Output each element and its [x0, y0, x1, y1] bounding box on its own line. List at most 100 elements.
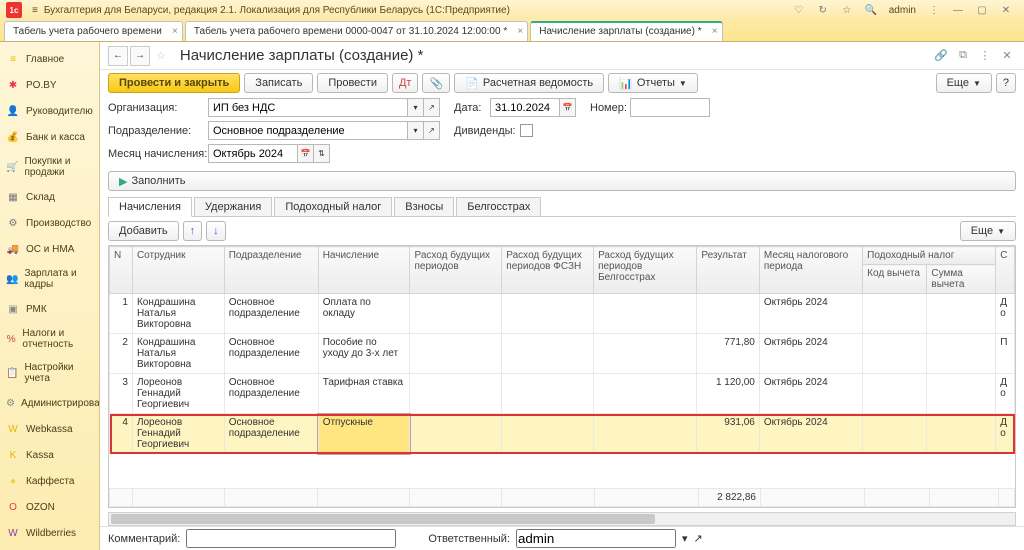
sidebar-item[interactable]: ▦Склад [0, 184, 99, 210]
tab-close-icon[interactable]: × [517, 26, 523, 37]
dividends-checkbox[interactable] [520, 124, 533, 137]
month-input[interactable] [208, 144, 298, 163]
cell[interactable] [502, 334, 594, 374]
table-row[interactable]: 2Кондрашина Наталья ВикторовнаОсновное п… [110, 334, 1015, 374]
horizontal-scrollbar[interactable] [108, 512, 1016, 526]
col-exp3[interactable]: Расход будущих периодов Белгосстрах [594, 247, 697, 294]
payslip-button[interactable]: 📄Расчетная ведомость [454, 73, 604, 93]
cell[interactable] [863, 334, 927, 374]
sidebar-item[interactable]: OOZON [0, 494, 99, 520]
inner-tab[interactable]: Взносы [394, 197, 454, 216]
col-dedsum[interactable]: Сумма вычета [927, 265, 996, 294]
search-icon[interactable]: 🔍 [863, 2, 879, 18]
post-and-close-button[interactable]: Провести и закрыть [108, 73, 240, 93]
cell[interactable]: 931,06 [697, 414, 760, 454]
nav-back-button[interactable]: ← [108, 46, 128, 66]
inner-tab[interactable]: Удержания [194, 197, 272, 216]
close-icon[interactable]: ✕ [998, 2, 1014, 18]
col-exp2[interactable]: Расход будущих периодов ФСЗН [502, 247, 594, 294]
sidebar-item[interactable]: 📋Настройки учета [0, 356, 99, 390]
close-page-icon[interactable]: ✕ [998, 48, 1016, 64]
cell[interactable] [594, 334, 697, 374]
col-pit[interactable]: Подоходный налог [863, 247, 996, 265]
cell[interactable] [502, 294, 594, 334]
cell[interactable]: Основное подразделение [224, 334, 318, 374]
document-tab[interactable]: Табель учета рабочего времени× [4, 21, 183, 41]
col-dedcode[interactable]: Код вычета [863, 265, 927, 294]
month-spinner-icon[interactable]: ⇅ [314, 144, 330, 163]
cell[interactable] [594, 414, 697, 454]
date-picker-icon[interactable]: 📅 [560, 98, 576, 117]
cell[interactable]: Лореонов Геннадий Георгиевич [132, 414, 224, 454]
cell[interactable] [502, 374, 594, 414]
move-down-button[interactable]: ↓ [206, 221, 226, 241]
inner-tab[interactable]: Подоходный налог [274, 197, 392, 216]
cell[interactable] [697, 294, 760, 334]
col-employee[interactable]: Сотрудник [132, 247, 224, 294]
cell[interactable]: 4 [110, 414, 133, 454]
cell[interactable]: Октябрь 2024 [759, 374, 862, 414]
cell[interactable] [927, 414, 996, 454]
cell[interactable]: 2 [110, 334, 133, 374]
dept-input[interactable] [208, 121, 408, 140]
sidebar-item[interactable]: 🚚ОС и НМА [0, 236, 99, 262]
detach-icon[interactable]: ⧉ [954, 48, 972, 64]
cell[interactable] [863, 294, 927, 334]
sidebar-item[interactable]: ⚙Производство [0, 210, 99, 236]
number-input[interactable] [630, 98, 710, 117]
settings-icon[interactable]: ⋮ [926, 2, 942, 18]
cell[interactable]: 3 [110, 374, 133, 414]
sidebar-item[interactable]: 👥Зарплата и кадры [0, 262, 99, 296]
cell[interactable]: Отпускные [318, 414, 410, 454]
cell[interactable] [863, 374, 927, 414]
attach-button[interactable]: 📎 [422, 73, 450, 93]
post-button[interactable]: Провести [317, 73, 388, 93]
cell[interactable]: П [996, 334, 1015, 374]
sidebar-item[interactable]: 🛒Покупки и продажи [0, 150, 99, 184]
favorite-icon[interactable]: ☆ [156, 49, 166, 62]
col-s[interactable]: С [996, 247, 1015, 294]
cell[interactable] [863, 414, 927, 454]
responsible-open-icon[interactable]: ↗ [694, 532, 703, 545]
main-menu-icon[interactable]: ≡ [32, 5, 38, 16]
save-button[interactable]: Записать [244, 73, 313, 93]
comment-input[interactable] [186, 529, 396, 548]
help-button[interactable]: ? [996, 73, 1016, 93]
cell[interactable]: Д о [996, 414, 1015, 454]
sidebar-item[interactable]: %Налоги и отчетность [0, 322, 99, 356]
cell[interactable] [410, 414, 502, 454]
cell[interactable] [502, 414, 594, 454]
sidebar-item[interactable]: 💰Банк и касса [0, 124, 99, 150]
cell[interactable]: Лореонов Геннадий Георгиевич [132, 374, 224, 414]
sidebar-item[interactable]: ⚙Администрирование [0, 390, 99, 416]
cell[interactable]: 1 [110, 294, 133, 334]
history-icon[interactable]: ↻ [815, 2, 831, 18]
col-result[interactable]: Результат [697, 247, 760, 294]
accruals-table[interactable]: N Сотрудник Подразделение Начисление Рас… [109, 246, 1015, 454]
cell[interactable]: Кондрашина Наталья Викторовна [132, 294, 224, 334]
reports-button[interactable]: 📊Отчеты▼ [608, 73, 698, 93]
inner-tab[interactable]: Белгосстрах [456, 197, 541, 216]
fill-button[interactable]: ▶Заполнить [108, 171, 1016, 191]
cell[interactable]: Оплата по окладу [318, 294, 410, 334]
cell[interactable]: Основное подразделение [224, 414, 318, 454]
cell[interactable]: Д о [996, 294, 1015, 334]
user-label[interactable]: admin [889, 5, 916, 16]
maximize-icon[interactable]: ▢ [974, 2, 990, 18]
org-open-icon[interactable]: ↗ [424, 98, 440, 117]
bell-icon[interactable]: ♡ [791, 2, 807, 18]
more-button[interactable]: Еще▼ [936, 73, 992, 93]
table-row[interactable]: 3Лореонов Геннадий ГеоргиевичОсновное по… [110, 374, 1015, 414]
link-icon[interactable]: 🔗 [932, 48, 950, 64]
cell[interactable] [410, 334, 502, 374]
nav-forward-button[interactable]: → [130, 46, 150, 66]
cell[interactable]: Тарифная ставка [318, 374, 410, 414]
move-up-button[interactable]: ↑ [183, 221, 203, 241]
sidebar-item[interactable]: ●Каффеста [0, 468, 99, 494]
cell[interactable]: Д о [996, 374, 1015, 414]
dept-dropdown-icon[interactable]: ▾ [408, 121, 424, 140]
dt-kt-button[interactable]: Дт [392, 73, 419, 93]
col-exp1[interactable]: Расход будущих периодов [410, 247, 502, 294]
cell[interactable] [927, 294, 996, 334]
cell[interactable]: 1 120,00 [697, 374, 760, 414]
